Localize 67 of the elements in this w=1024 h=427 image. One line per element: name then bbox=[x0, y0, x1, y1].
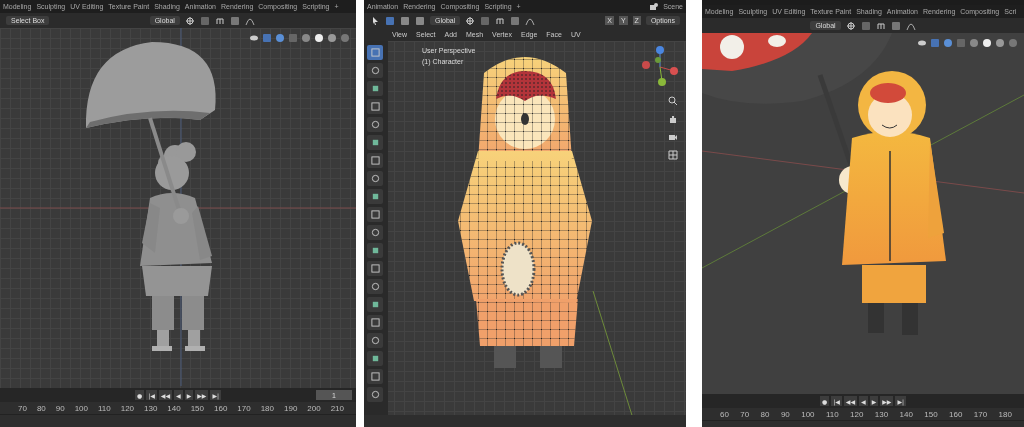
frame-number: 150 bbox=[924, 409, 938, 419]
frame-number: 140 bbox=[899, 409, 913, 419]
tool-button[interactable] bbox=[367, 81, 383, 96]
frame-number: 80 bbox=[760, 409, 770, 419]
frame-number: 150 bbox=[190, 403, 205, 413]
frame-number: 180 bbox=[260, 403, 274, 413]
frame-number: 100 bbox=[74, 403, 88, 413]
pivot-icon[interactable] bbox=[184, 15, 195, 26]
axis-gizmo-drawing bbox=[642, 45, 678, 89]
frame-number: 70 bbox=[18, 403, 27, 413]
square-icon[interactable] bbox=[860, 20, 871, 31]
pivot-icon[interactable] bbox=[845, 20, 856, 31]
eye-icon[interactable] bbox=[917, 38, 927, 48]
square-icon[interactable] bbox=[385, 15, 395, 26]
zoom-icon[interactable] bbox=[668, 96, 678, 106]
frame-number: 90 bbox=[780, 409, 790, 419]
tool-button[interactable] bbox=[367, 297, 383, 312]
frame-number: 160 bbox=[214, 403, 228, 413]
square-icon[interactable] bbox=[400, 15, 410, 26]
tool-button[interactable] bbox=[367, 207, 383, 222]
frame-number: 120 bbox=[850, 409, 864, 419]
frame-number: 200 bbox=[307, 403, 321, 413]
tool-button[interactable] bbox=[367, 63, 383, 78]
cursor-icon[interactable] bbox=[370, 15, 380, 26]
frame-number: 190 bbox=[284, 403, 298, 413]
tool-button[interactable] bbox=[367, 225, 383, 240]
frame-number: 120 bbox=[120, 403, 135, 413]
frame-number: 210 bbox=[330, 403, 344, 413]
frame-number: 110 bbox=[97, 403, 111, 413]
frame-number: 140 bbox=[167, 403, 181, 413]
frame-number: 180 bbox=[998, 409, 1012, 419]
frame-number: 110 bbox=[825, 409, 839, 419]
square-icon[interactable] bbox=[480, 15, 491, 26]
frame-number: 170 bbox=[237, 403, 251, 413]
eye-icon[interactable] bbox=[249, 33, 259, 43]
tool-button[interactable] bbox=[367, 261, 383, 276]
frame-number: 130 bbox=[144, 403, 158, 413]
frame-number: 70 bbox=[740, 409, 750, 419]
tool-button[interactable] bbox=[367, 171, 383, 186]
tool-button[interactable] bbox=[367, 189, 383, 204]
tool-button[interactable] bbox=[367, 243, 383, 258]
square-icon[interactable] bbox=[199, 15, 210, 26]
square-icon[interactable] bbox=[890, 20, 901, 31]
frame-number: 90 bbox=[55, 403, 65, 413]
frame-number: 170 bbox=[973, 409, 988, 419]
square-icon[interactable] bbox=[510, 15, 521, 26]
tool-button[interactable] bbox=[367, 387, 383, 402]
pivot-icon[interactable] bbox=[465, 15, 476, 26]
tool-button[interactable] bbox=[367, 333, 383, 348]
square-icon[interactable] bbox=[415, 15, 425, 26]
frame-number: 130 bbox=[874, 409, 889, 419]
square-icon[interactable] bbox=[229, 15, 240, 26]
scene-icon[interactable] bbox=[649, 1, 660, 12]
frame-number: 100 bbox=[801, 409, 815, 419]
frame-number: 60 bbox=[720, 409, 729, 419]
tool-button[interactable] bbox=[367, 153, 383, 168]
tool-button[interactable] bbox=[367, 99, 383, 114]
tool-button[interactable] bbox=[367, 315, 383, 330]
tool-button[interactable] bbox=[367, 369, 383, 384]
frame-number: 160 bbox=[949, 409, 963, 419]
frame-number: 80 bbox=[36, 403, 46, 413]
camera-icon[interactable] bbox=[668, 132, 678, 142]
tool-button[interactable] bbox=[367, 279, 383, 294]
tool-button[interactable] bbox=[367, 135, 383, 150]
tool-button[interactable] bbox=[367, 117, 383, 132]
tool-button[interactable] bbox=[367, 351, 383, 366]
grid-icon[interactable] bbox=[668, 150, 678, 160]
